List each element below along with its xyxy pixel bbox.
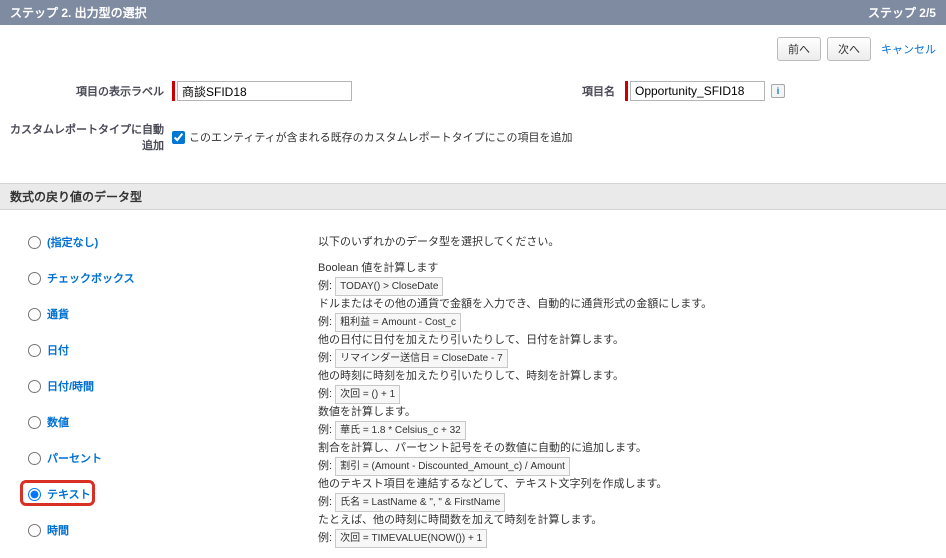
type-example-row: 例: 粗利益 = Amount - Cost_c (318, 313, 936, 332)
type-desc-text: ドルまたはその他の通貨で金額を入力でき、自動的に通貨形式の金額にします。 (318, 296, 936, 313)
name-group: 項目名 i (582, 81, 785, 101)
required-indicator (625, 81, 628, 101)
type-label-currency[interactable]: 通貨 (47, 306, 69, 322)
name-label: 項目名 (582, 83, 625, 99)
instruction-text: 以下のいずれかのデータ型を選択してください。 (318, 234, 559, 251)
type-desc-time: たとえば、他の時刻に時間数を加えて時刻を計算します。例: 次回 = TIMEVA… (318, 512, 936, 548)
example-code: 割引 = (Amount - Discounted_Amount_c) / Am… (335, 457, 570, 476)
type-example-row: 例: 次回 = TIMEVALUE(NOW()) + 1 (318, 529, 936, 548)
type-desc-text: 他の日付に日付を加えたり引いたりして、日付を計算します。 (318, 332, 936, 349)
example-prefix: 例: (318, 460, 335, 472)
step-indicator: ステップ 2/5 (868, 4, 936, 21)
type-radio-text[interactable] (28, 488, 41, 501)
type-desc-currency: ドルまたはその他の通貨で金額を入力でき、自動的に通貨形式の金額にします。例: 粗… (318, 296, 936, 332)
type-desc-number: 数値を計算します。例: 華氏 = 1.8 * Celsius_c + 32 (318, 404, 936, 440)
type-option-percent: パーセント (28, 440, 318, 476)
type-option-currency: 通貨 (28, 296, 318, 332)
type-radio-date[interactable] (28, 344, 41, 357)
type-options-column: (指定なし) チェックボックス通貨日付日付/時間数値パーセントテキスト時間 (28, 224, 318, 548)
type-option-text: テキスト (28, 476, 318, 512)
name-input[interactable] (630, 81, 765, 101)
example-code: リマインダー送信日 = CloseDate - 7 (335, 349, 508, 368)
info-icon[interactable]: i (771, 84, 785, 98)
type-radio-currency[interactable] (28, 308, 41, 321)
type-option-checkbox: チェックボックス (28, 260, 318, 296)
example-prefix: 例: (318, 280, 335, 292)
type-label-date[interactable]: 日付 (47, 342, 69, 358)
display-label-group: 項目の表示ラベル (10, 81, 352, 101)
type-desc-text: Boolean 値を計算します (318, 260, 936, 277)
type-radio-percent[interactable] (28, 452, 41, 465)
type-radio-checkbox[interactable] (28, 272, 41, 285)
type-label-checkbox[interactable]: チェックボックス (47, 270, 135, 286)
auto-add-row: カスタムレポートタイプに自動追加 このエンティティが含まれる既存のカスタムレポー… (0, 121, 946, 183)
example-code: 粗利益 = Amount - Cost_c (335, 313, 461, 332)
type-label-none[interactable]: (指定なし) (47, 234, 98, 250)
type-label-time[interactable]: 時間 (47, 522, 69, 538)
type-desc-datetime: 他の時刻に時刻を加えたり引いたりして、時刻を計算します。例: 次回 = () +… (318, 368, 936, 404)
example-prefix: 例: (318, 316, 335, 328)
type-desc-date: 他の日付に日付を加えたり引いたりして、日付を計算します。例: リマインダー送信日… (318, 332, 936, 368)
type-desc-text: 他のテキスト項目を連結するなどして、テキスト文字列を作成します。例: 氏名 = … (318, 476, 936, 512)
type-option-datetime: 日付/時間 (28, 368, 318, 404)
step-header: ステップ 2. 出力型の選択 ステップ 2/5 (0, 0, 946, 25)
type-radio-number[interactable] (28, 416, 41, 429)
type-example-row: 例: 氏名 = LastName & ", " & FirstName (318, 493, 936, 512)
type-example-row: 例: TODAY() > CloseDate (318, 277, 936, 296)
type-desc-text: 割合を計算し、パーセント記号をその数値に自動的に追加します。 (318, 440, 936, 457)
example-code: TODAY() > CloseDate (335, 277, 443, 296)
step-title: ステップ 2. 出力型の選択 (10, 4, 147, 21)
type-example-row: 例: 次回 = () + 1 (318, 385, 936, 404)
nav-row: 前へ 次へ キャンセル (0, 25, 946, 81)
type-label-datetime[interactable]: 日付/時間 (47, 378, 94, 394)
type-area: (指定なし) チェックボックス通貨日付日付/時間数値パーセントテキスト時間 以下の… (0, 210, 946, 558)
type-desc-checkbox: Boolean 値を計算します例: TODAY() > CloseDate (318, 260, 936, 296)
type-desc-text: 数値を計算します。 (318, 404, 936, 421)
type-desc-text: 他の時刻に時刻を加えたり引いたりして、時刻を計算します。 (318, 368, 936, 385)
type-option-number: 数値 (28, 404, 318, 440)
type-radio-none[interactable] (28, 236, 41, 249)
example-prefix: 例: (318, 532, 335, 544)
type-descriptions-column: 以下のいずれかのデータ型を選択してください。 Boolean 値を計算します例: … (318, 224, 936, 548)
auto-add-text: このエンティティが含まれる既存のカスタムレポートタイプにこの項目を追加 (189, 129, 572, 145)
auto-add-checkbox[interactable] (172, 131, 185, 144)
example-prefix: 例: (318, 424, 335, 436)
example-prefix: 例: (318, 496, 335, 508)
type-example-row: 例: 華氏 = 1.8 * Celsius_c + 32 (318, 421, 936, 440)
example-code: 次回 = () + 1 (335, 385, 400, 404)
fields-row: 項目の表示ラベル 項目名 i (0, 81, 946, 121)
type-desc-text: たとえば、他の時刻に時間数を加えて時刻を計算します。 (318, 512, 936, 529)
type-desc-none: 以下のいずれかのデータ型を選択してください。 (318, 224, 936, 260)
type-example-row: 例: リマインダー送信日 = CloseDate - 7 (318, 349, 936, 368)
type-example-row: 例: 割引 = (Amount - Discounted_Amount_c) /… (318, 457, 936, 476)
next-button[interactable]: 次へ (827, 37, 871, 61)
type-option-none: (指定なし) (28, 224, 318, 260)
type-radio-time[interactable] (28, 524, 41, 537)
example-code: 華氏 = 1.8 * Celsius_c + 32 (335, 421, 466, 440)
required-indicator (172, 81, 175, 101)
prev-button[interactable]: 前へ (777, 37, 821, 61)
type-option-date: 日付 (28, 332, 318, 368)
type-option-time: 時間 (28, 512, 318, 548)
type-radio-datetime[interactable] (28, 380, 41, 393)
example-prefix: 例: (318, 352, 335, 364)
example-code: 次回 = TIMEVALUE(NOW()) + 1 (335, 529, 487, 548)
example-prefix: 例: (318, 388, 335, 400)
cancel-link[interactable]: キャンセル (881, 41, 936, 57)
type-label-text[interactable]: テキスト (47, 486, 91, 502)
section-return-type: 数式の戻り値のデータ型 (0, 183, 946, 210)
example-code: 氏名 = LastName & ", " & FirstName (335, 493, 505, 512)
type-desc-percent: 割合を計算し、パーセント記号をその数値に自動的に追加します。例: 割引 = (A… (318, 440, 936, 476)
type-label-number[interactable]: 数値 (47, 414, 69, 430)
type-label-percent[interactable]: パーセント (47, 450, 102, 466)
auto-add-label: カスタムレポートタイプに自動追加 (10, 121, 172, 153)
display-label-label: 項目の表示ラベル (10, 83, 172, 99)
type-desc-text: 他のテキスト項目を連結するなどして、テキスト文字列を作成します。 (318, 476, 936, 493)
display-label-input[interactable] (177, 81, 352, 101)
